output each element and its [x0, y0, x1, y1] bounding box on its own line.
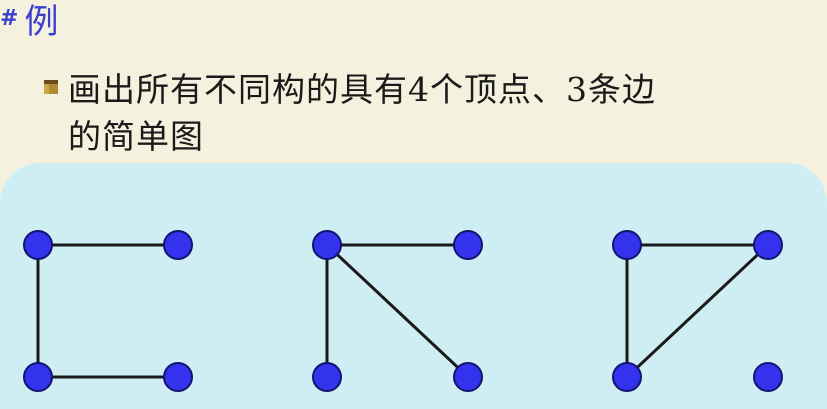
graph-3-vertex-bottom-left: [612, 362, 642, 392]
graph-diagrams: [23, 230, 783, 392]
graph-1: [23, 230, 193, 392]
graph-2-vertex-top-right: [453, 230, 483, 260]
graph-3-edge-diagonal: [625, 243, 770, 379]
graph-2-vertex-bottom-left: [312, 362, 342, 392]
graph-3: [612, 230, 783, 392]
graph-1-vertex-bottom-right: [163, 362, 193, 392]
graph-3-vertex-bottom-right: [753, 362, 783, 392]
graph-3-vertex-top-right: [753, 230, 783, 260]
graph-2-edge-diagonal: [325, 243, 470, 379]
graph-1-vertex-top-left: [23, 230, 53, 260]
graph-2: [312, 230, 483, 392]
slide: # 例 画出所有不同构的具有4个顶点、3条边 的简单图: [0, 0, 827, 409]
graph-2-vertex-bottom-right: [453, 362, 483, 392]
graph-1-vertex-top-right: [163, 230, 193, 260]
graph-2-vertex-top-left: [312, 230, 342, 260]
graph-3-vertex-top-left: [612, 230, 642, 260]
graph-1-vertex-bottom-left: [23, 362, 53, 392]
